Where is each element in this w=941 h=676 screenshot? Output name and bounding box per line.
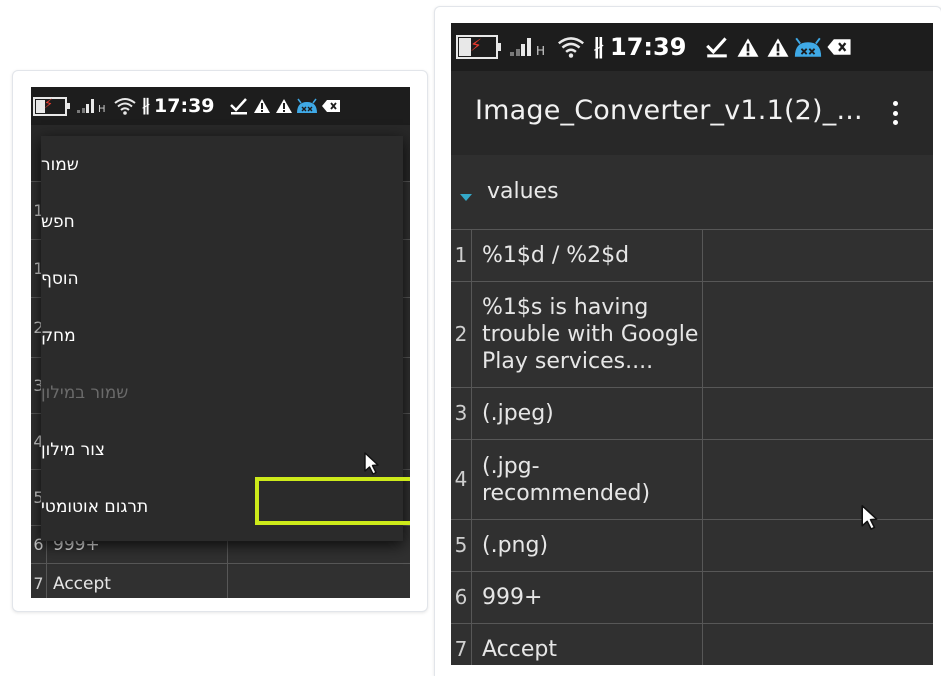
network-type: H <box>536 44 546 58</box>
action-bar: Image_Converter_v1.1(2)_... <box>451 71 933 155</box>
more-vert-icon[interactable] <box>893 101 899 125</box>
expand-triangle-icon <box>460 194 472 201</box>
row-value-cell[interactable] <box>227 564 228 598</box>
warning-icon <box>253 99 270 113</box>
tag-icon <box>827 39 852 55</box>
wifi-icon <box>113 98 136 115</box>
row-key: 999+ <box>482 585 543 610</box>
table-row[interactable]: 7 Accept <box>451 623 933 665</box>
battery-charging-icon: ⚡ <box>33 96 70 116</box>
clock: 17:39 <box>154 95 215 117</box>
row-value-cell[interactable] <box>702 572 703 623</box>
screenshot-card-menu: ⚡ H ∦ 17:39 1 1 2 3 4 5 6 999+ 7 Accept … <box>12 70 428 612</box>
row-key: (.jpeg) <box>482 401 554 426</box>
row-value-cell[interactable] <box>702 282 703 387</box>
signal-icon <box>77 99 95 113</box>
table-row[interactable]: 2 %1$s is having trouble with Google Pla… <box>451 281 933 387</box>
menu-item-delete[interactable]: מחק <box>41 307 403 364</box>
highlight-box <box>255 477 410 525</box>
bluetooth-icon: ∦ <box>593 34 605 60</box>
status-bar: ⚡ H ∦ 17:39 <box>451 23 933 71</box>
network-type: H <box>98 103 106 115</box>
row-key: %1$d / %2$d <box>482 243 630 268</box>
clock: 17:39 <box>610 33 687 61</box>
row-index: 7 <box>451 624 472 665</box>
row-index: 2 <box>451 282 472 387</box>
group-label: values <box>487 179 559 204</box>
table-row[interactable]: 7 Accept <box>31 563 410 598</box>
row-index: 5 <box>451 520 472 571</box>
menu-item-save-to-dictionary[interactable]: שמור במילון <box>41 364 403 421</box>
row-index: 6 <box>451 572 472 623</box>
group-header[interactable]: values <box>451 155 933 229</box>
wifi-icon <box>558 37 585 58</box>
table-row[interactable]: 3 (.jpeg) <box>451 387 933 439</box>
row-value-cell[interactable] <box>702 440 703 519</box>
row-value-cell[interactable] <box>702 230 703 281</box>
row-value-cell[interactable] <box>702 388 703 439</box>
warning-icon <box>767 37 789 57</box>
tag-icon <box>321 100 340 112</box>
checkmark-icon <box>229 98 247 115</box>
table-row[interactable]: 6 999+ <box>451 571 933 623</box>
row-index: 1 <box>451 230 472 281</box>
screenshot-card-list: ⚡ H ∦ 17:39 Image_Converter_v1.1(2)_... … <box>434 6 941 676</box>
status-bar: ⚡ H ∦ 17:39 <box>31 87 410 125</box>
row-key: Accept <box>53 573 111 594</box>
row-key: Accept <box>482 637 557 662</box>
app-title: Image_Converter_v1.1(2)_... <box>475 95 863 126</box>
phone-screen-list: ⚡ H ∦ 17:39 Image_Converter_v1.1(2)_... … <box>451 23 933 665</box>
warning-icon <box>275 99 292 113</box>
menu-item-save[interactable]: שמור <box>41 136 403 193</box>
mouse-pointer-icon <box>364 452 379 475</box>
string-table: 1 %1$d / %2$d 2 %1$s is having trouble w… <box>451 229 933 665</box>
android-debug-icon <box>795 37 822 57</box>
row-index: 3 <box>451 388 472 439</box>
bluetooth-icon: ∦ <box>141 96 151 116</box>
menu-item-create-dictionary[interactable]: צור מילון <box>41 421 403 478</box>
signal-icon <box>510 38 532 56</box>
checkmark-icon <box>706 37 728 58</box>
battery-charging-icon: ⚡ <box>456 35 501 59</box>
mouse-pointer-icon <box>861 505 878 530</box>
row-value-cell[interactable] <box>702 624 703 665</box>
phone-screen-menu: ⚡ H ∦ 17:39 1 1 2 3 4 5 6 999+ 7 Accept … <box>31 87 410 598</box>
table-row[interactable]: 1 %1$d / %2$d <box>451 229 933 281</box>
row-index: 4 <box>451 440 472 519</box>
android-debug-icon <box>296 98 317 113</box>
row-value-cell[interactable] <box>702 520 703 571</box>
row-index: 7 <box>31 564 47 598</box>
row-key: (.png) <box>482 533 549 558</box>
row-key: (.jpg-recommended) <box>482 453 651 506</box>
row-key: %1$s is having trouble with Google Play … <box>482 295 699 374</box>
menu-item-add[interactable]: הוסף <box>41 250 403 307</box>
warning-icon <box>737 37 759 57</box>
menu-item-search[interactable]: חפש <box>41 193 403 250</box>
